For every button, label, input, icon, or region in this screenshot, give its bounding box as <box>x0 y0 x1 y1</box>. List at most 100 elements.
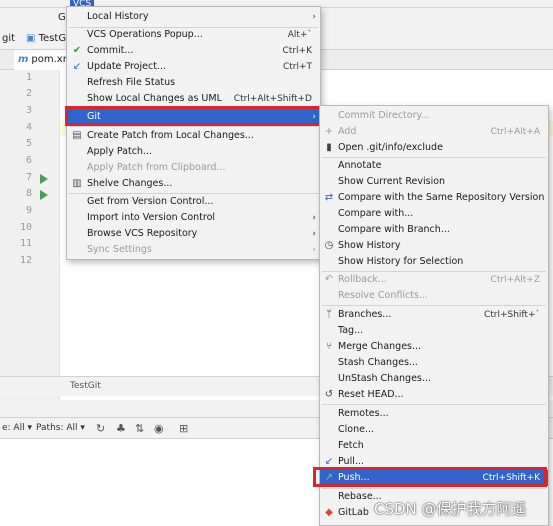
paths-filter[interactable]: Paths: All ▾ <box>36 423 85 433</box>
chevron-right-icon: › <box>312 245 316 255</box>
menu-item-label: Show History <box>338 240 401 251</box>
menu-item-shortcut: Alt+` <box>287 30 312 40</box>
menu-item-merge-changes[interactable]: ⑂ Merge Changes... <box>320 339 548 355</box>
menu-item-tag[interactable]: Tag... <box>320 323 548 339</box>
menu-item-compare-with-branch[interactable]: Compare with Branch... <box>320 222 548 238</box>
menu-item-label: Add <box>338 126 357 137</box>
line-number: 12 <box>19 255 32 266</box>
menu-item-compare-with[interactable]: Compare with... <box>320 206 548 222</box>
menu-item-open-git-exclude[interactable]: ▮ Open .git/info/exclude <box>320 140 548 156</box>
chevron-right-icon: › <box>312 213 316 223</box>
menu-item-label: Tag... <box>338 325 364 336</box>
menu-item-label: Show History for Selection <box>338 256 464 267</box>
menu-item-push[interactable]: ↗ Push... Ctrl+Shift+K <box>320 470 548 486</box>
menu-item-commit-directory[interactable]: Commit Directory... <box>320 108 548 124</box>
chevron-right-icon: › <box>312 12 316 22</box>
menu-item-compare-same-repo-version[interactable]: ⇄ Compare with the Same Repository Versi… <box>320 190 548 206</box>
cherry-pick-icon[interactable]: ♣ <box>116 422 126 435</box>
menu-item-local-history[interactable]: Local History › <box>67 9 320 25</box>
history-icon: ◷ <box>324 240 334 251</box>
menu-item-apply-patch-clipboard[interactable]: Apply Patch from Clipboard... <box>67 160 320 176</box>
menu-item-label: Show Local Changes as UML <box>87 93 222 104</box>
menu-item-label: GitLab <box>338 507 369 518</box>
menu-item-label: Merge Changes... <box>338 341 422 352</box>
menu-item-label: Sync Settings <box>87 244 152 255</box>
menu-item-vcs-operations-popup[interactable]: VCS Operations Popup... Alt+` <box>67 27 320 43</box>
menu-item-sync-settings[interactable]: Sync Settings › <box>67 242 320 258</box>
line-number: 10 <box>19 222 32 233</box>
menu-item-label: Local History <box>87 11 149 22</box>
run-gutter-icon[interactable] <box>40 174 48 184</box>
menu-item-label: Get from Version Control... <box>87 196 214 207</box>
new-tab-icon[interactable]: ⊞ <box>179 422 188 435</box>
tab-pom-xml[interactable]: m pom.xml <box>14 50 74 70</box>
menu-item-git[interactable]: Git › <box>67 109 320 125</box>
menu-item-refresh-file-status[interactable]: Refresh File Status <box>67 75 320 91</box>
rollback-icon: ↶ <box>324 274 334 285</box>
menu-item-label: Compare with Branch... <box>338 224 450 235</box>
menu-item-get-from-vcs[interactable]: Get from Version Control... <box>67 194 320 210</box>
menu-item-show-history[interactable]: ◷ Show History <box>320 238 548 254</box>
menu-item-annotate[interactable]: Annotate <box>320 158 548 174</box>
menu-item-label: Remotes... <box>338 408 389 419</box>
line-number: 3 <box>25 105 32 116</box>
menu-item-label: VCS Operations Popup... <box>87 29 203 40</box>
toolwindow-title: TestGit <box>70 381 101 391</box>
menu-item-label: Refresh File Status <box>87 77 176 88</box>
menu-item-label: UnStash Changes... <box>338 373 431 384</box>
menu-item-shortcut: Ctrl+Alt+Z <box>490 275 540 285</box>
menu-item-add[interactable]: + Add Ctrl+Alt+A <box>320 124 548 140</box>
menu-item-resolve-conflicts[interactable]: Resolve Conflicts... <box>320 288 548 304</box>
menu-item-show-current-revision[interactable]: Show Current Revision <box>320 174 548 190</box>
menu-item-label: Compare with the Same Repository Version <box>338 192 545 203</box>
menu-item-shortcut: Ctrl+Alt+A <box>490 127 540 137</box>
menu-item-shortcut: Ctrl+Shift+K <box>482 473 540 483</box>
sort-icon[interactable]: ⇅ <box>135 422 144 435</box>
line-number: 2 <box>25 88 32 99</box>
menu-item-commit[interactable]: ✔ Commit... Ctrl+K <box>67 43 320 59</box>
line-number: 9 <box>25 205 32 216</box>
menu-item-label: Git <box>87 111 101 122</box>
menu-item-label: Fetch <box>338 440 364 451</box>
menu-item-remotes[interactable]: Remotes... <box>320 406 548 422</box>
menu-item-apply-patch[interactable]: Apply Patch... <box>67 144 320 160</box>
menu-item-label: Compare with... <box>338 208 414 219</box>
line-number: 1 <box>25 72 32 83</box>
refresh-icon[interactable]: ↻ <box>96 422 105 435</box>
eye-icon[interactable]: ◉ <box>154 422 164 435</box>
menu-separator <box>322 305 546 306</box>
run-gutter-icon[interactable] <box>40 190 48 200</box>
menu-item-rollback[interactable]: ↶ Rollback... Ctrl+Alt+Z <box>320 272 548 288</box>
editor-gutter: 1 2 3 4 5 6 7 8 9 10 11 12 <box>0 70 60 400</box>
menu-item-label: Shelve Changes... <box>87 178 173 189</box>
menu-item-label: Stash Changes... <box>338 357 418 368</box>
menu-item-label: Clone... <box>338 424 375 435</box>
menu-item-shelve-changes[interactable]: ▥ Shelve Changes... <box>67 176 320 192</box>
gitlab-icon: ◆ <box>325 507 333 518</box>
menu-item-show-history-selection[interactable]: Show History for Selection <box>320 254 548 270</box>
menu-item-browse-vcs-repository[interactable]: Browse VCS Repository › <box>67 226 320 242</box>
menu-item-clone[interactable]: Clone... <box>320 422 548 438</box>
menu-item-label: Reset HEAD... <box>338 389 404 400</box>
menu-item-import-into-vcs[interactable]: Import into Version Control › <box>67 210 320 226</box>
menu-item-branches[interactable]: ᛘ Branches... Ctrl+Shift+` <box>320 307 548 323</box>
menu-item-reset-head[interactable]: ↺ Reset HEAD... <box>320 387 548 403</box>
menu-item-create-patch[interactable]: ▤ Create Patch from Local Changes... <box>67 128 320 144</box>
menu-item-stash-changes[interactable]: Stash Changes... <box>320 355 548 371</box>
menu-item-pull[interactable]: ↙ Pull... <box>320 454 548 470</box>
menu-item-show-local-changes-uml[interactable]: Show Local Changes as UML Ctrl+Alt+Shift… <box>67 91 320 107</box>
menu-item-label: Apply Patch... <box>87 146 152 157</box>
menu-item-label: Resolve Conflicts... <box>338 290 428 301</box>
user-filter[interactable]: e: All ▾ <box>2 423 32 433</box>
menu-separator <box>322 404 546 405</box>
menu-item-label: Commit Directory... <box>338 110 430 121</box>
menu-item-fetch[interactable]: Fetch <box>320 438 548 454</box>
menu-item-update-project[interactable]: ↙ Update Project... Ctrl+T <box>67 59 320 75</box>
pull-icon: ↙ <box>324 456 334 467</box>
push-icon: ↗ <box>324 472 334 483</box>
menu-item-unstash-changes[interactable]: UnStash Changes... <box>320 371 548 387</box>
menu-item-label: Open .git/info/exclude <box>338 142 443 153</box>
breadcrumb-git[interactable]: git <box>2 33 15 44</box>
shelve-icon: ▥ <box>72 178 82 189</box>
menu-item-label: Show Current Revision <box>338 176 446 187</box>
